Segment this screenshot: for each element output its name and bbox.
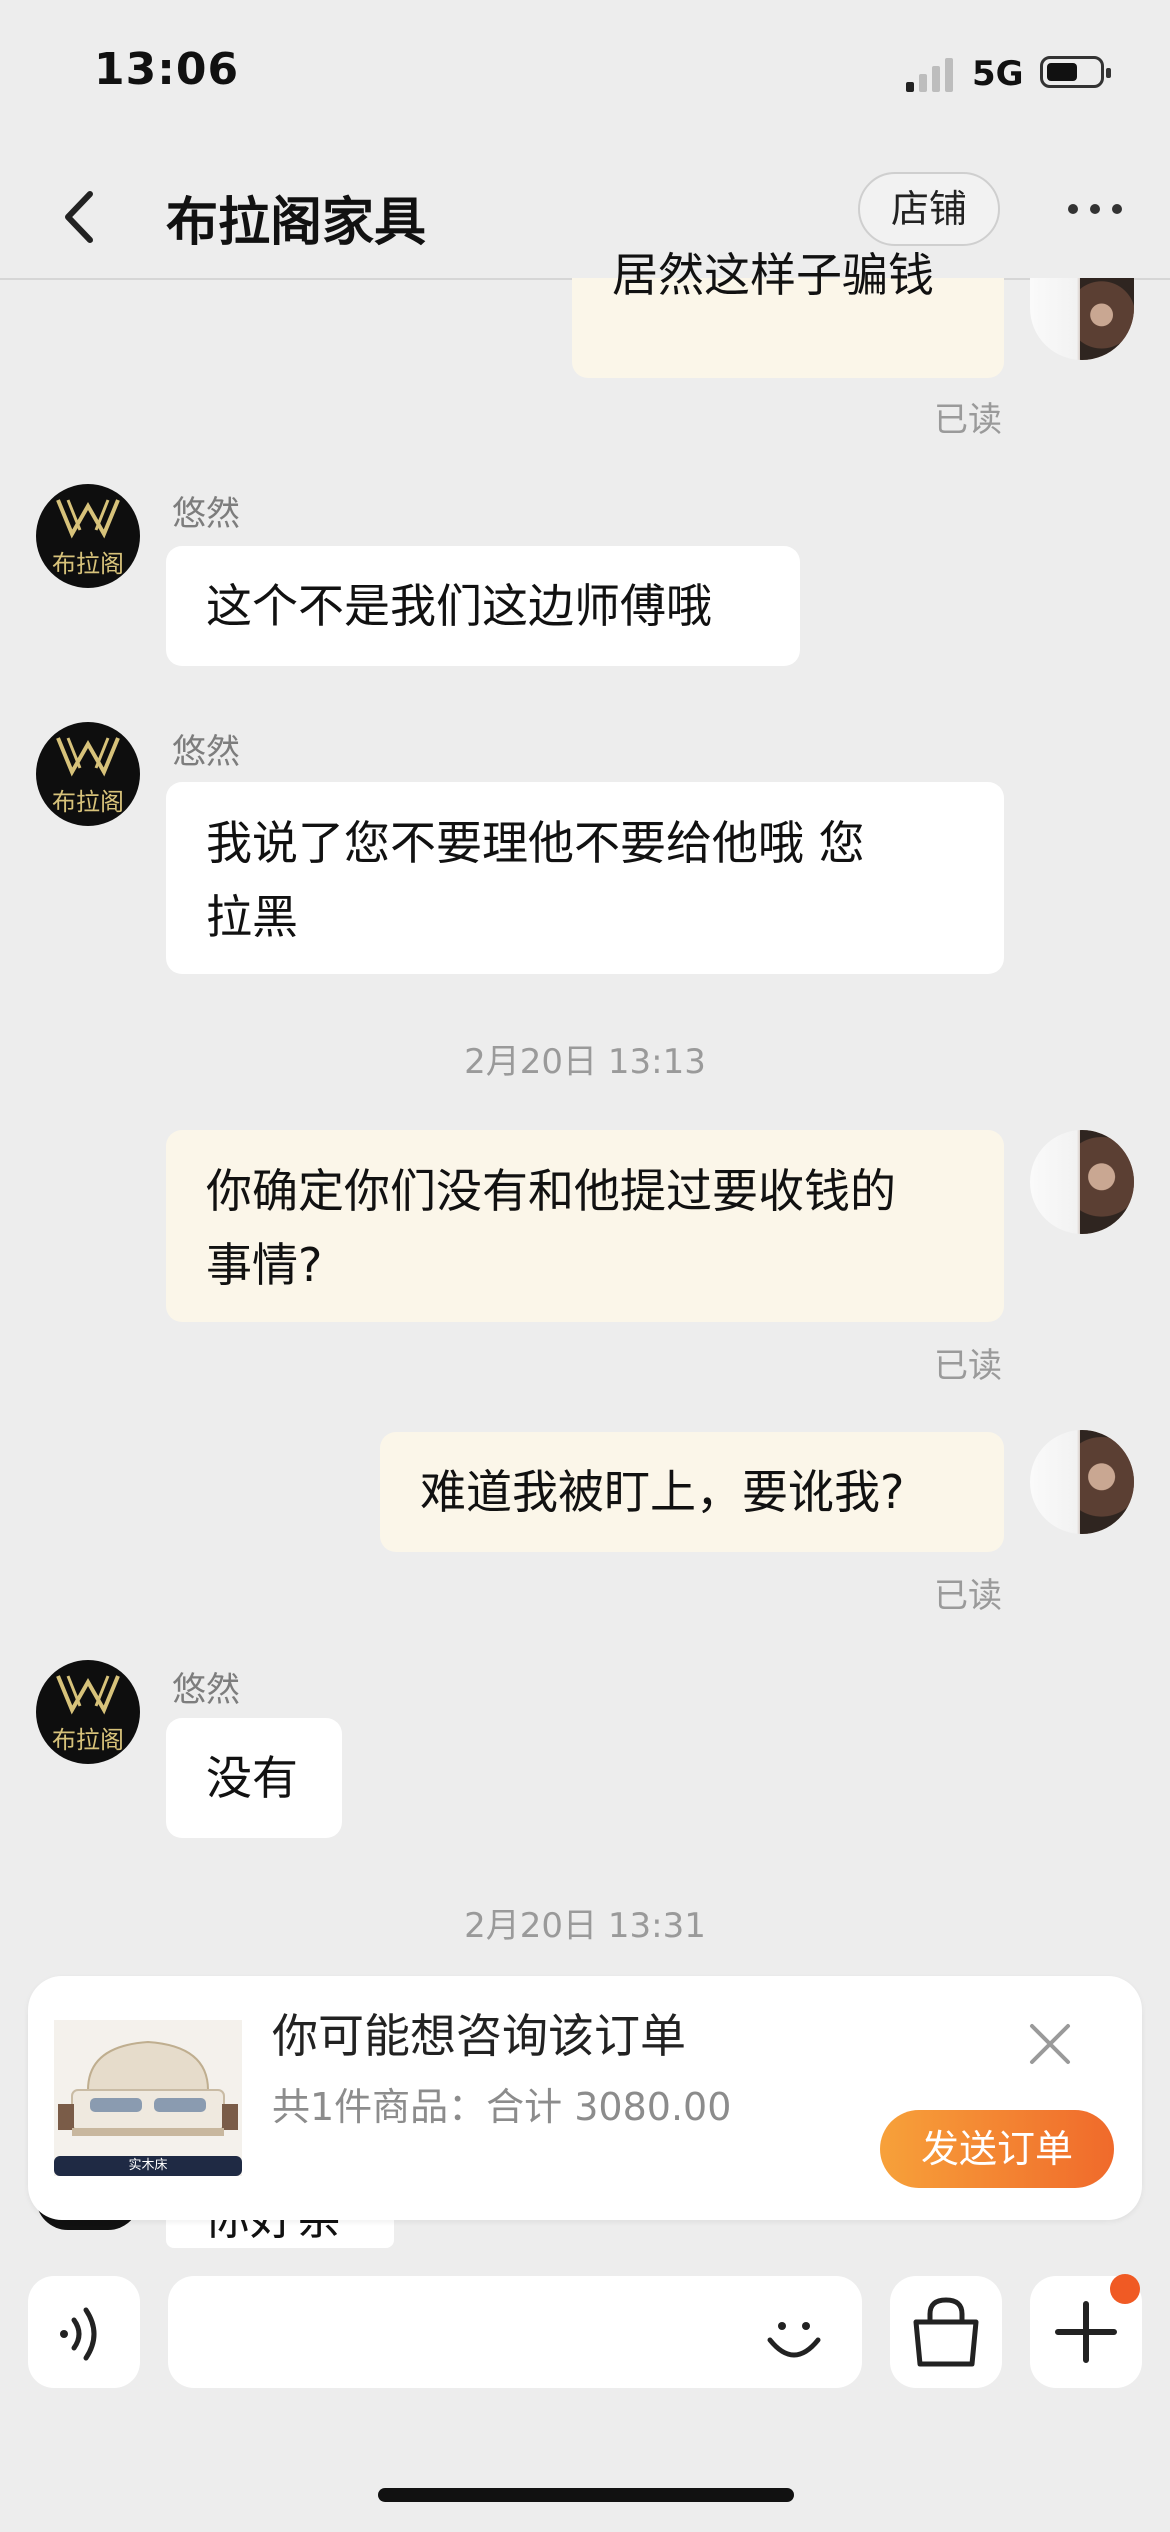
cart-button[interactable] <box>890 2276 1002 2388</box>
message-bubble-mine: 你确定你们没有和他提过要收钱的 事情? <box>166 1130 1004 1322</box>
message-text-line: 事情? <box>206 1238 323 1292</box>
notification-dot <box>1110 2274 1140 2304</box>
message-text: 居然这样子骗钱 <box>612 248 934 302</box>
shop-brand-text: 布拉阁 <box>52 550 124 578</box>
voice-icon <box>60 2307 97 2361</box>
shop-brand-text: 布拉阁 <box>52 1726 124 1754</box>
avatar-shop[interactable]: 布拉阁 <box>36 722 140 826</box>
order-card-title: 你可能想咨询该订单 <box>272 2009 686 2063</box>
message-bubble-shop: 没有 <box>166 1718 342 1838</box>
sender-name: 悠然 <box>172 1670 240 1710</box>
message-text: 没有 <box>206 1751 298 1805</box>
send-order-button[interactable]: 发送订单 <box>880 2110 1114 2188</box>
message-text-line: 拉黑 <box>206 890 298 944</box>
avatar-shop[interactable]: 布拉阁 <box>36 484 140 588</box>
read-status: 已读 <box>934 1346 1002 1386</box>
timestamp: 2月20日 13:31 <box>464 1906 706 1946</box>
read-status: 已读 <box>934 400 1002 440</box>
read-status: 已读 <box>934 1576 1002 1616</box>
home-indicator <box>378 2488 794 2502</box>
message-text: 这个不是我们这边师傅哦 <box>206 579 712 633</box>
signal-icon <box>906 58 958 92</box>
product-thumbnail[interactable]: 实木床 <box>54 2020 242 2176</box>
shop-button[interactable]: 店铺 <box>858 172 1000 246</box>
message-text: 难道我被盯上，要讹我? <box>420 1465 905 1519</box>
message-bubble-mine: 居然这样子骗钱 <box>572 248 1004 378</box>
voice-button[interactable] <box>28 2276 140 2388</box>
message-text-line: 你确定你们没有和他提过要收钱的 <box>206 1164 896 1218</box>
battery-icon <box>1040 56 1111 88</box>
crown-logo <box>56 499 120 539</box>
back-chevron-icon[interactable] <box>52 182 112 252</box>
crown-logo <box>56 737 120 777</box>
avatar-me <box>1030 278 1134 360</box>
avatar-shop[interactable]: 布拉阁 <box>36 1660 140 1764</box>
message-bubble-mine: 难道我被盯上，要讹我? <box>380 1432 1004 1552</box>
network-label: 5G <box>972 54 1024 94</box>
page-title: 布拉阁家具 <box>166 193 427 253</box>
chat-header: 布拉阁家具 店铺 <box>0 160 1170 280</box>
sender-name: 悠然 <box>172 732 240 772</box>
emoji-icon[interactable] <box>760 2300 828 2368</box>
crown-logo <box>56 1675 120 1715</box>
status-time: 13:06 <box>94 44 240 95</box>
order-suggestion-card[interactable]: 实木床 你可能想咨询该订单 共1件商品：合计 3080.00 发送订单 <box>28 1976 1142 2220</box>
timestamp: 2月20日 13:13 <box>464 1042 706 1082</box>
thumbnail-label: 实木床 <box>128 2158 168 2173</box>
avatar-me <box>1030 1130 1134 1234</box>
message-input[interactable] <box>168 2276 862 2388</box>
message-bubble-shop: 我说了您不要理他不要给他哦 您 拉黑 <box>166 782 1004 974</box>
message-text-line: 我说了您不要理他不要给他哦 您 <box>206 816 865 870</box>
order-card-summary: 共1件商品：合计 3080.00 <box>272 2085 732 2129</box>
bag-icon <box>913 2297 979 2367</box>
shop-brand-text: 布拉阁 <box>52 788 124 816</box>
more-icon[interactable] <box>1068 204 1124 216</box>
message-bubble-shop: 这个不是我们这边师傅哦 <box>166 546 800 666</box>
avatar-me <box>1030 1430 1134 1534</box>
sender-name: 悠然 <box>172 494 240 534</box>
close-icon[interactable] <box>1026 2020 1074 2068</box>
